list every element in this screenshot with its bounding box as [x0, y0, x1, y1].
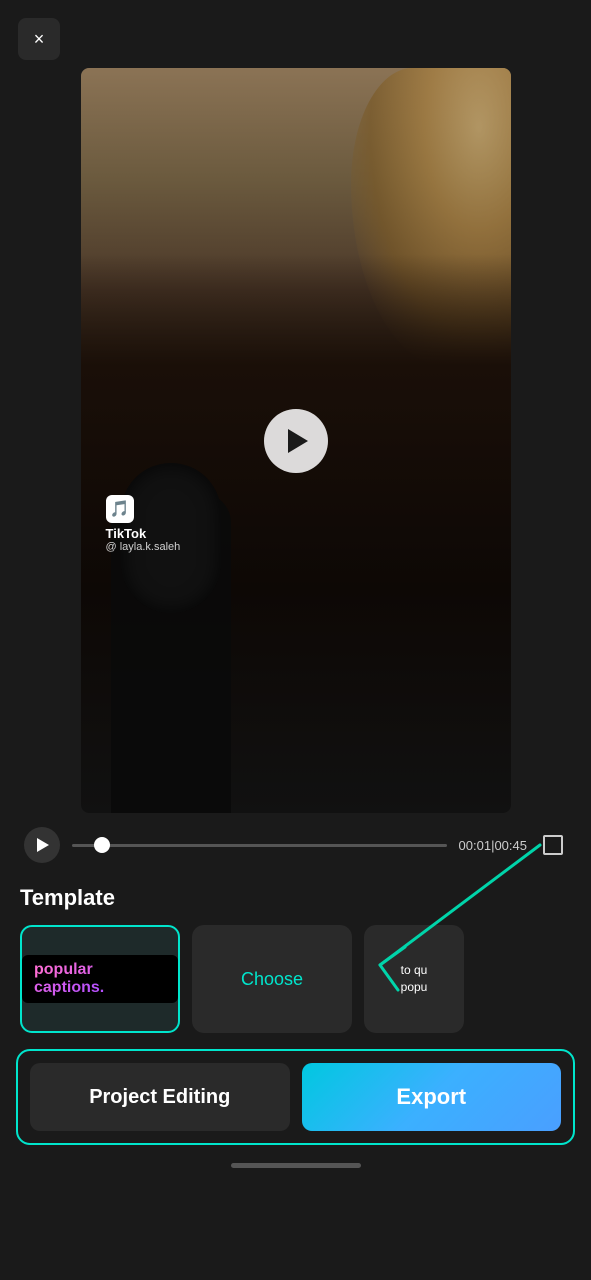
tiktok-handle: @ layla.k.saleh: [106, 541, 181, 553]
timeline-scrubber[interactable]: [94, 837, 110, 853]
play-pause-icon: [37, 838, 49, 852]
fullscreen-icon: [543, 835, 563, 855]
export-label: Export: [396, 1084, 466, 1110]
time-display: 00:01|00:45: [459, 838, 527, 853]
third-card-content: to qu popu: [397, 958, 432, 1000]
template-cards: popular captions. Choose to qu popu: [20, 925, 571, 1033]
project-editing-label: Project Editing: [89, 1086, 230, 1109]
tiktok-brand: TikTok: [106, 526, 181, 541]
play-icon: [288, 429, 308, 453]
close-button[interactable]: ×: [18, 18, 60, 60]
tiktok-watermark: 🎵 TikTok @ layla.k.saleh: [106, 495, 181, 553]
choose-text: Choose: [241, 969, 303, 990]
project-editing-button[interactable]: Project Editing: [30, 1063, 290, 1131]
popular-captions-badge: popular captions.: [22, 955, 178, 1003]
template-section: Template popular captions. Choose to qu …: [0, 877, 591, 1045]
home-indicator: [231, 1163, 361, 1168]
template-card-choose[interactable]: Choose: [192, 925, 352, 1033]
tiktok-logo-icon: 🎵: [106, 495, 134, 523]
bottom-action-bar: Project Editing Export: [16, 1049, 575, 1145]
close-icon: ×: [34, 29, 45, 50]
export-button[interactable]: Export: [302, 1063, 562, 1131]
template-card-third[interactable]: to qu popu: [364, 925, 464, 1033]
template-card-popular[interactable]: popular captions.: [20, 925, 180, 1033]
timeline: [72, 844, 447, 847]
video-preview: 🎵 TikTok @ layla.k.saleh: [81, 68, 511, 813]
play-button-overlay[interactable]: [264, 409, 328, 473]
popular-captions-text: popular captions.: [34, 961, 104, 996]
template-label: Template: [20, 885, 571, 911]
video-controls: 00:01|00:45: [0, 813, 591, 877]
fullscreen-button[interactable]: [539, 831, 567, 859]
timeline-track[interactable]: [72, 844, 447, 847]
play-pause-button[interactable]: [24, 827, 60, 863]
